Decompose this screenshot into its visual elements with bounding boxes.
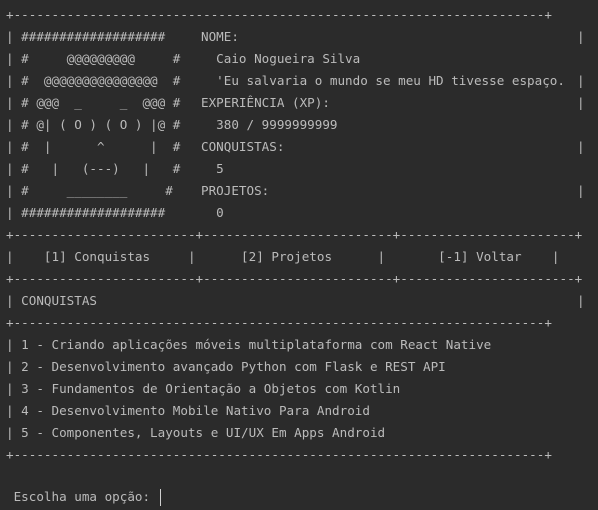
achievement-item-5: | 5 - Componentes, Layouts e UI/UX Em Ap…	[6, 425, 386, 440]
ascii-art-line-9: | ###################	[6, 205, 181, 220]
achievement-item-4: | 4 - Desenvolvimento Mobile Nativo Para…	[6, 403, 370, 418]
ascii-art-line-7: | # | (---) | #	[6, 161, 196, 176]
terminal-window[interactable]: +---------------------------------------…	[0, 0, 598, 510]
text-cursor	[159, 489, 162, 506]
profile-right-edge-6: |	[577, 139, 585, 154]
ascii-art-line-2: | # @@@@@@@@@ #	[6, 51, 196, 66]
profile-right-edge-3: |	[577, 73, 585, 88]
prompt-text: Escolha uma opção:	[6, 489, 158, 504]
xp-value: 380 / 9999999999	[201, 117, 338, 132]
achievements-header-right-edge: |	[577, 293, 585, 308]
achievements-count-label: CONQUISTAS:	[201, 139, 285, 154]
profile-right-edge-8: |	[577, 183, 585, 198]
ascii-art-line-5: | # @| ( O ) ( O ) |@ #	[6, 117, 196, 132]
name-value: Caio Nogueira Silva	[201, 51, 361, 66]
profile-right-edge-1: |	[577, 29, 585, 44]
input-prompt[interactable]: Escolha uma opção:	[6, 486, 162, 508]
projects-value: 0	[201, 205, 224, 220]
achievements-divider: +---------------------------------------…	[6, 315, 552, 330]
ascii-art-line-6: | # | ^ | #	[6, 139, 196, 154]
achievements-border-bottom: +---------------------------------------…	[6, 447, 552, 462]
achievements-header: | CONQUISTAS	[6, 293, 97, 308]
ascii-art-line-4: | # @@@ _ _ @@@ #	[6, 95, 196, 110]
profile-border-top: +---------------------------------------…	[6, 7, 552, 22]
menu-border-top: +------------------------+--------------…	[6, 227, 583, 242]
name-label: NOME:	[201, 29, 239, 44]
profile-right-edge-4: |	[577, 95, 585, 110]
ascii-art-line-8: | # ________ #	[6, 183, 188, 198]
achievement-item-3: | 3 - Fundamentos de Orientação a Objeto…	[6, 381, 401, 396]
menu-border-bottom: +------------------------+--------------…	[6, 271, 583, 286]
menu-options[interactable]: | [1] Conquistas | [2] Projetos | [-1] V…	[6, 246, 560, 268]
achievement-item-1: | 1 - Criando aplicações móveis multipla…	[6, 337, 492, 352]
xp-label: EXPERIÊNCIA (XP):	[201, 95, 330, 110]
achievement-item-2: | 2 - Desenvolvimento avançado Python co…	[6, 359, 446, 374]
ascii-art-line-3: | # @@@@@@@@@@@@@@@ #	[6, 73, 196, 88]
ascii-art-line-1: | ###################	[6, 29, 181, 44]
motto-value: 'Eu salvaria o mundo se meu HD tivesse e…	[201, 73, 565, 88]
achievements-count-value: 5	[201, 161, 224, 176]
projects-label: PROJETOS:	[201, 183, 270, 198]
